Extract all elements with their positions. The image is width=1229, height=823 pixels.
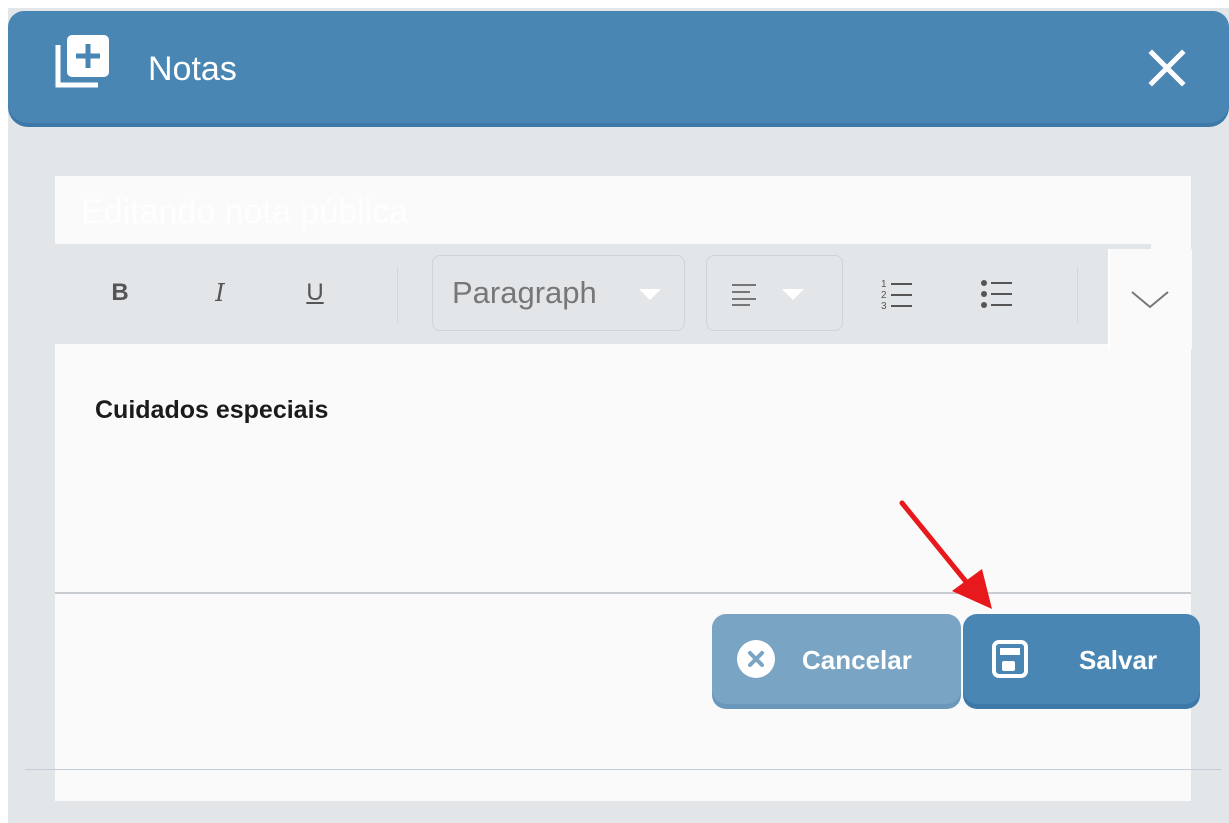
floppy-disk-icon <box>992 640 1028 678</box>
toolbar-more-button[interactable] <box>1110 249 1192 349</box>
svg-text:3: 3 <box>881 301 887 311</box>
block-format-select[interactable]: Paragraph <box>432 255 685 331</box>
add-notes-icon <box>55 35 109 88</box>
toolbar-divider <box>397 266 398 322</box>
editor-toolbar: B I U Paragraph 1 2 3 <box>55 244 1151 344</box>
alignment-select[interactable] <box>706 255 843 331</box>
block-format-value: Paragraph <box>452 275 597 310</box>
modal-title: Notas <box>148 50 237 88</box>
annotation-arrow-icon <box>899 500 992 609</box>
editor-title: Editando nota pública <box>81 193 409 231</box>
note-text[interactable]: Cuidados especiais <box>95 396 328 425</box>
cancel-circle-icon <box>737 640 775 678</box>
bold-button[interactable]: B <box>105 268 135 318</box>
toolbar-divider <box>1077 266 1078 322</box>
caret-down-icon <box>639 289 661 300</box>
close-icon[interactable] <box>1143 44 1191 92</box>
editor-divider <box>55 592 1191 594</box>
note-editor-panel: Editando nota pública B I U Paragraph 1 … <box>55 176 1191 801</box>
align-left-icon <box>732 284 756 306</box>
bulleted-list-icon[interactable] <box>981 277 1013 311</box>
svg-text:1: 1 <box>881 279 887 290</box>
svg-text:2: 2 <box>881 290 887 301</box>
numbered-list-icon[interactable]: 1 2 3 <box>881 277 913 311</box>
save-button[interactable]: Salvar <box>963 614 1200 704</box>
modal-header: Notas <box>8 11 1229 123</box>
cancel-label: Cancelar <box>802 645 912 675</box>
italic-button[interactable]: I <box>205 268 235 318</box>
save-label: Salvar <box>1079 645 1158 675</box>
chevron-down-icon <box>1131 291 1169 309</box>
underline-button[interactable]: U <box>300 268 330 318</box>
caret-down-icon <box>782 289 804 300</box>
footer-divider <box>25 769 1221 770</box>
cancel-button[interactable]: Cancelar <box>712 614 961 704</box>
